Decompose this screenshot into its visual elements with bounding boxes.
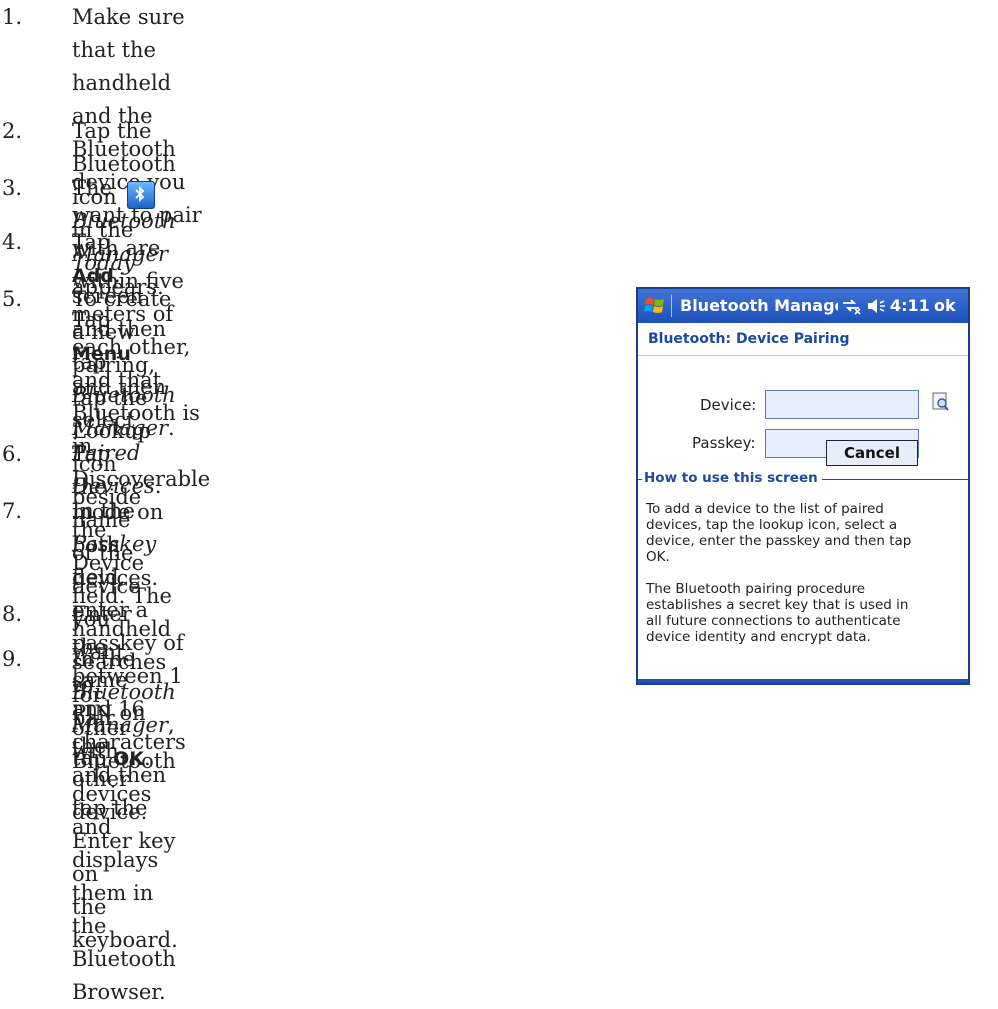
step-text: Tap bbox=[72, 230, 111, 254]
help-line: all future connections to authenticate bbox=[646, 613, 901, 629]
help-line: The Bluetooth pairing procedure bbox=[646, 581, 866, 597]
speaker-icon[interactable] bbox=[866, 296, 888, 316]
step-number: 9. bbox=[2, 647, 23, 671]
lookup-icon[interactable] bbox=[932, 392, 950, 412]
step-text: In the bbox=[72, 647, 135, 671]
howto-paragraph-2: The Bluetooth pairing procedure establis… bbox=[646, 581, 956, 645]
step-number: 1. bbox=[2, 5, 23, 29]
help-line: establishes a secret key that is used in bbox=[646, 597, 909, 613]
app-title: Bluetooth Manager bbox=[680, 296, 838, 315]
step-number: 4. bbox=[2, 230, 23, 254]
help-line: device identity and encrypt data. bbox=[646, 629, 871, 645]
help-line: OK. bbox=[646, 549, 670, 565]
windows-flag-icon[interactable] bbox=[644, 295, 666, 317]
title-bar: Bluetooth Manager 4:11 ok bbox=[638, 289, 968, 323]
step-text-line: the keyboard. bbox=[72, 895, 178, 952]
howto-paragraph-1: To add a device to the list of paired de… bbox=[646, 501, 956, 565]
bottom-bar bbox=[638, 679, 968, 683]
connectivity-icon[interactable] bbox=[840, 297, 862, 315]
title-separator bbox=[671, 295, 672, 317]
step-number: 8. bbox=[2, 602, 23, 626]
screen-heading: Bluetooth: Device Pairing bbox=[648, 331, 850, 347]
step-number: 6. bbox=[2, 442, 23, 466]
help-line: To add a device to the list of paired bbox=[646, 501, 884, 517]
help-line: devices, tap the lookup icon, select a bbox=[646, 517, 898, 533]
device-field[interactable] bbox=[765, 390, 919, 419]
help-line: device, enter the passkey and then tap bbox=[646, 533, 912, 549]
device-screenshot: Bluetooth Manager 4:11 ok Bluetooth: Dev… bbox=[636, 287, 970, 685]
step-number: 2. bbox=[2, 119, 23, 143]
step-number: 3. bbox=[2, 176, 23, 200]
passkey-label: Passkey: bbox=[692, 434, 756, 452]
clock: 4:11 bbox=[890, 296, 930, 315]
step-emphasis: Passkey bbox=[72, 532, 157, 556]
step-text: The bbox=[72, 176, 112, 200]
step-text: In the bbox=[72, 499, 135, 523]
heading-divider bbox=[638, 355, 968, 356]
step-number: 5. bbox=[2, 287, 23, 311]
step-emphasis: Bluetooth Manager bbox=[72, 680, 176, 737]
step-number: 7. bbox=[2, 499, 23, 523]
device-label: Device: bbox=[700, 396, 757, 414]
step-text: . bbox=[143, 746, 151, 770]
howto-title: How to use this screen bbox=[642, 470, 822, 486]
step-bold: OK bbox=[113, 748, 144, 770]
cancel-button[interactable]: Cancel bbox=[826, 440, 918, 466]
ok-button[interactable]: ok bbox=[934, 296, 956, 315]
